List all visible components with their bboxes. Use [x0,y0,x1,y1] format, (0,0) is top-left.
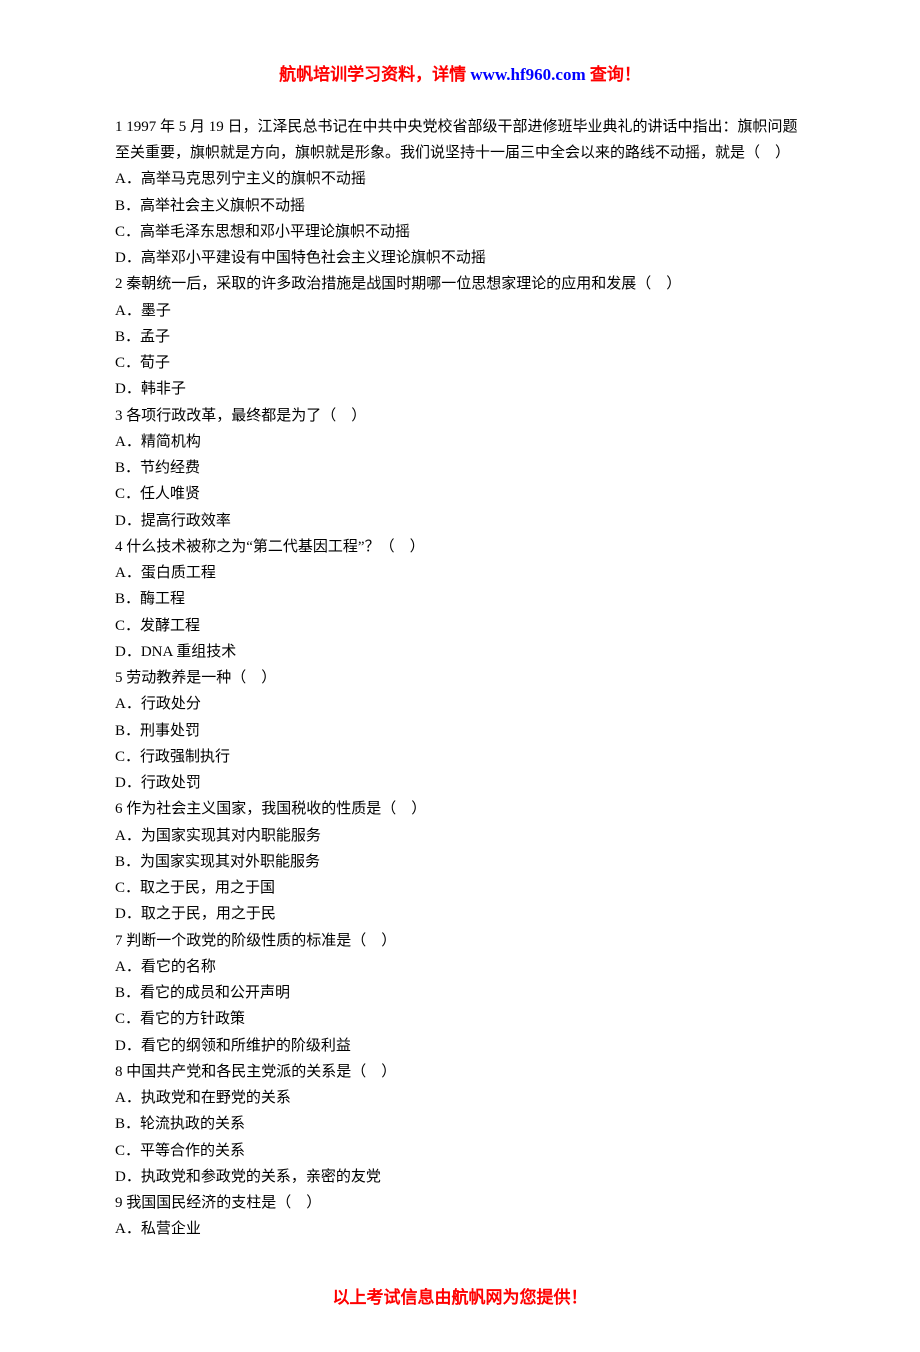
question-option: C．看它的方针政策 [115,1006,805,1032]
question-option: D．看它的纲领和所维护的阶级利益 [115,1033,805,1059]
question-option: B．为国家实现其对外职能服务 [115,849,805,875]
question-list: 1 1997 年 5 月 19 日，江泽民总书记在中共中央党校省部级干部进修班毕… [115,114,805,1243]
page-header: 航帆培训学习资料，详情 www.hf960.com 查询！ [115,60,805,90]
question-option: D．提高行政效率 [115,508,805,534]
question-option: D．取之于民，用之于民 [115,901,805,927]
question-option: C．行政强制执行 [115,744,805,770]
question-stem: 5 劳动教养是一种（ ） [115,665,805,691]
question-option: C．高举毛泽东思想和邓小平理论旗帜不动摇 [115,219,805,245]
question-option: A．私营企业 [115,1216,805,1242]
question-option: B．节约经费 [115,455,805,481]
question-option: A．行政处分 [115,691,805,717]
page-footer: 以上考试信息由航帆网为您提供！ [115,1283,805,1313]
question-option: B．酶工程 [115,586,805,612]
question-option: B．孟子 [115,324,805,350]
question-option: D．韩非子 [115,376,805,402]
question-option: B．看它的成员和公开声明 [115,980,805,1006]
question-option: D．DNA 重组技术 [115,639,805,665]
question-stem: 1 1997 年 5 月 19 日，江泽民总书记在中共中央党校省部级干部进修班毕… [115,114,805,167]
question-stem: 4 什么技术被称之为“第二代基因工程”？（ ） [115,534,805,560]
header-text-2: 查询！ [586,65,641,84]
question-option: A．精简机构 [115,429,805,455]
question-option: A．为国家实现其对内职能服务 [115,823,805,849]
question-option: C．取之于民，用之于国 [115,875,805,901]
question-stem: 9 我国国民经济的支柱是（ ） [115,1190,805,1216]
question-option: A．高举马克思列宁主义的旗帜不动摇 [115,166,805,192]
question-option: A．墨子 [115,298,805,324]
question-option: C．荀子 [115,350,805,376]
header-text-1: 航帆培训学习资料，详情 [279,65,470,84]
question-option: D．执政党和参政党的关系，亲密的友党 [115,1164,805,1190]
question-option: A．执政党和在野党的关系 [115,1085,805,1111]
question-option: C．平等合作的关系 [115,1138,805,1164]
header-url: www.hf960.com [470,65,585,84]
question-option: A．看它的名称 [115,954,805,980]
question-option: B．高举社会主义旗帜不动摇 [115,193,805,219]
question-stem: 6 作为社会主义国家，我国税收的性质是（ ） [115,796,805,822]
question-option: A．蛋白质工程 [115,560,805,586]
question-option: D．高举邓小平建设有中国特色社会主义理论旗帜不动摇 [115,245,805,271]
question-stem: 7 判断一个政党的阶级性质的标准是（ ） [115,928,805,954]
question-option: B．刑事处罚 [115,718,805,744]
question-option: C．发酵工程 [115,613,805,639]
question-option: D．行政处罚 [115,770,805,796]
question-option: B．轮流执政的关系 [115,1111,805,1137]
question-stem: 2 秦朝统一后，采取的许多政治措施是战国时期哪一位思想家理论的应用和发展（ ） [115,271,805,297]
question-option: C．任人唯贤 [115,481,805,507]
question-stem: 3 各项行政改革，最终都是为了（ ） [115,403,805,429]
question-stem: 8 中国共产党和各民主党派的关系是（ ） [115,1059,805,1085]
